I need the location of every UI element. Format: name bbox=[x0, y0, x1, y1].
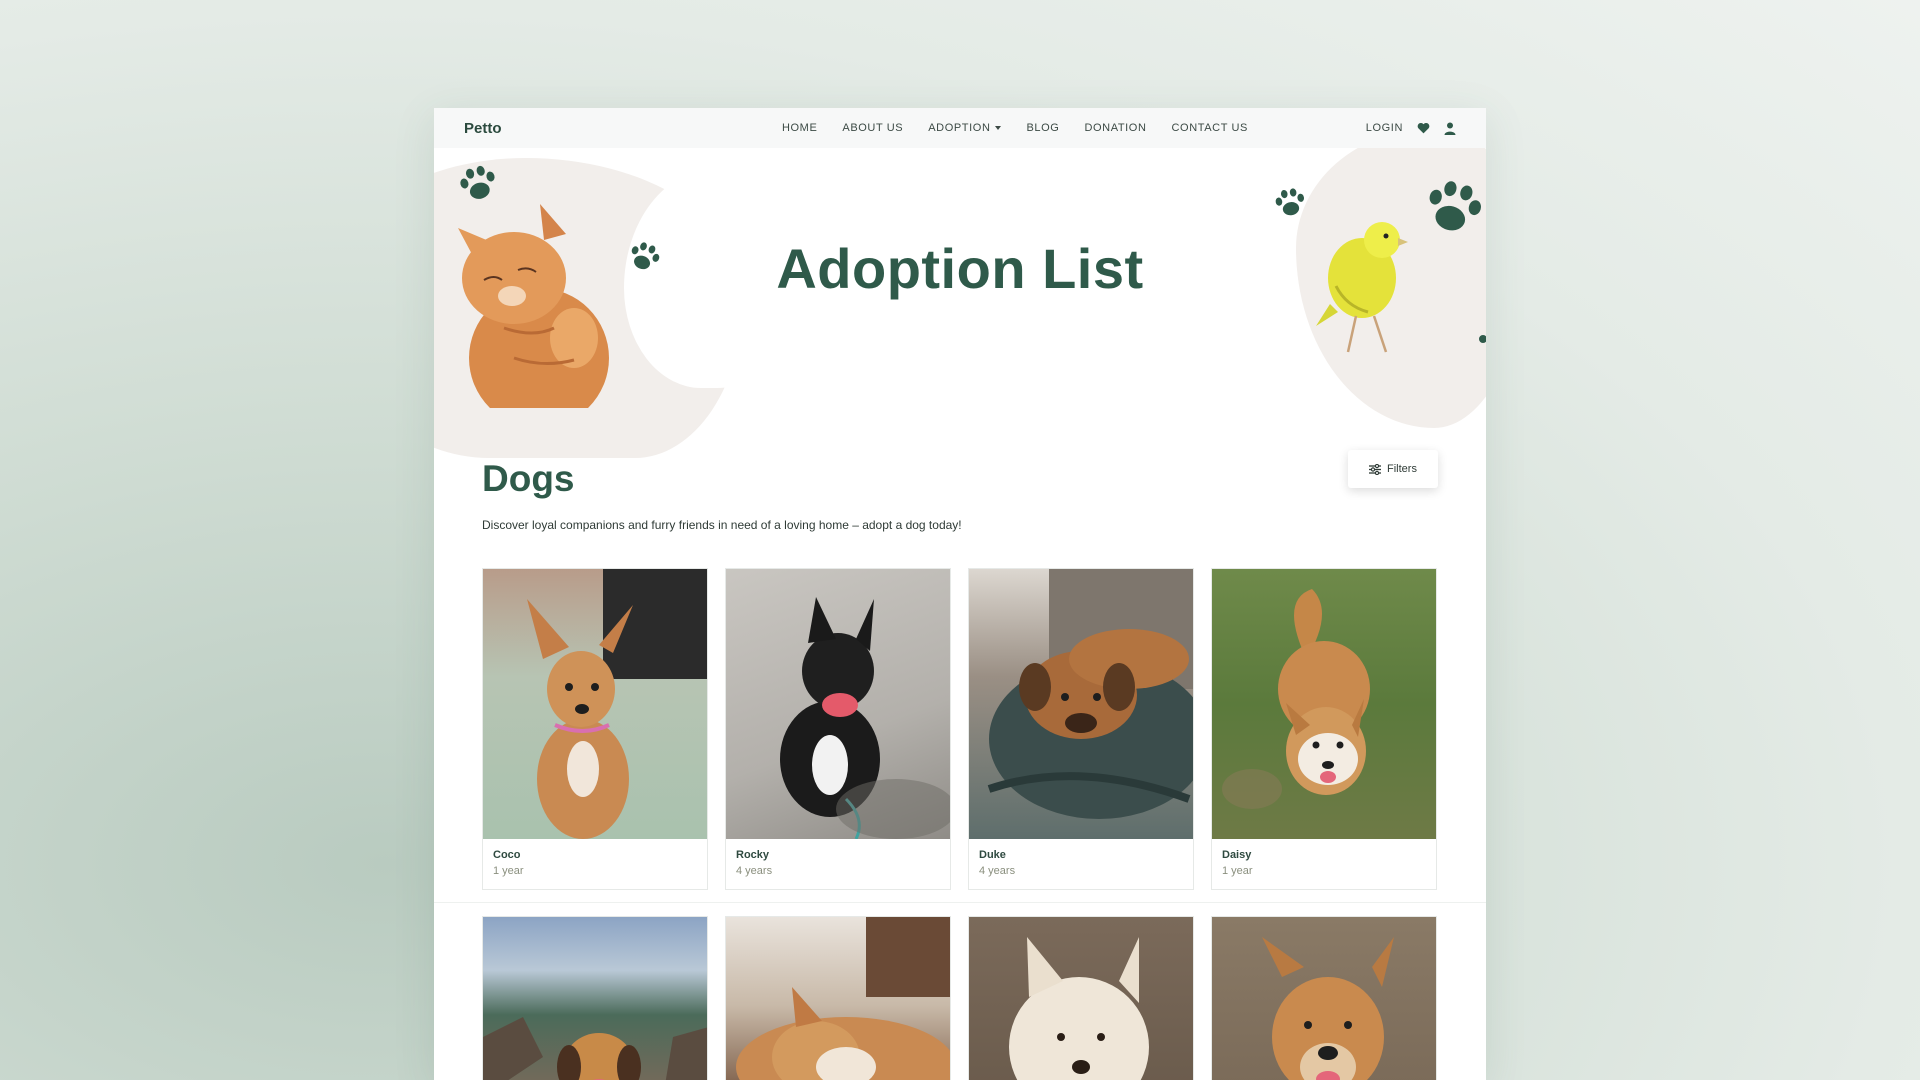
pet-name: Duke bbox=[979, 849, 1006, 861]
user-icon[interactable] bbox=[1444, 122, 1456, 135]
browser-page: Petto HOME ABOUT US ADOPTION BLOG DONATI… bbox=[434, 108, 1486, 1080]
pet-grid-row-2 bbox=[482, 916, 1438, 1080]
top-nav: Petto HOME ABOUT US ADOPTION BLOG DONATI… bbox=[434, 108, 1486, 148]
hero-banner: Adoption List bbox=[434, 128, 1486, 458]
nav-adoption-dropdown[interactable]: ADOPTION bbox=[928, 122, 1002, 134]
paw-icon bbox=[1275, 188, 1305, 216]
pet-name: Daisy bbox=[1222, 849, 1252, 861]
caret-down-icon bbox=[995, 126, 1002, 130]
pet-card-photo[interactable] bbox=[968, 916, 1194, 1080]
pet-photo bbox=[969, 569, 1193, 839]
pet-age: 4 years bbox=[979, 865, 1016, 877]
filter-icon bbox=[1369, 463, 1382, 475]
pet-card-rocky[interactable]: Rocky 4 years bbox=[725, 568, 951, 890]
pet-card-coco[interactable]: Coco 1 year bbox=[482, 568, 708, 890]
pet-age: 1 year bbox=[1222, 865, 1253, 877]
nav-contact-label: CONTACT US bbox=[1171, 122, 1248, 134]
nav-blog-label: BLOG bbox=[1026, 122, 1060, 134]
pet-card-daisy[interactable]: Daisy 1 year bbox=[1211, 568, 1437, 890]
nav-home[interactable]: HOME bbox=[782, 122, 817, 134]
nav-blog[interactable]: BLOG bbox=[1026, 122, 1059, 134]
nav-about-us[interactable]: ABOUT US bbox=[842, 122, 903, 134]
pet-card-body: Coco 1 year bbox=[483, 839, 707, 889]
nav-adoption-label: ADOPTION bbox=[928, 122, 991, 134]
filters-button[interactable]: Filters bbox=[1348, 450, 1438, 488]
pet-card-body: Duke 4 years bbox=[969, 839, 1193, 889]
nav-home-label: HOME bbox=[781, 122, 818, 134]
filters-label: Filters bbox=[1387, 463, 1417, 475]
section-title: Dogs bbox=[482, 458, 575, 499]
section-description: Discover loyal companions and furry frie… bbox=[482, 518, 962, 532]
pet-card-duke[interactable]: Duke 4 years bbox=[968, 568, 1194, 890]
pet-card-body: Rocky 4 years bbox=[726, 839, 950, 889]
pet-card-photo[interactable] bbox=[482, 916, 708, 1080]
brand-logo[interactable]: Petto bbox=[464, 120, 704, 137]
pet-card-photo[interactable] bbox=[1211, 916, 1437, 1080]
pet-name: Rocky bbox=[736, 849, 770, 861]
nav-donation[interactable]: DONATION bbox=[1084, 122, 1146, 134]
pet-age: 4 years bbox=[736, 865, 773, 877]
main-menu: HOME ABOUT US ADOPTION BLOG DONATION CON… bbox=[734, 122, 1296, 134]
paw-dot-icon bbox=[1479, 335, 1486, 343]
pet-grid: Coco 1 year Rocky 4 years Duke 4 years D… bbox=[482, 568, 1438, 890]
pet-photo bbox=[483, 569, 707, 839]
pet-name: Coco bbox=[493, 849, 521, 861]
page-title: Adoption List bbox=[776, 237, 1144, 300]
dogs-section: Dogs Discover loyal companions and furry… bbox=[434, 406, 1486, 1080]
paw-icon bbox=[1429, 181, 1481, 231]
nav-contact-us[interactable]: CONTACT US bbox=[1172, 122, 1249, 134]
nav-about-label: ABOUT US bbox=[842, 122, 904, 134]
pet-photo bbox=[726, 569, 950, 839]
pet-photo bbox=[1212, 569, 1436, 839]
nav-donation-label: DONATION bbox=[1084, 122, 1147, 134]
row-divider bbox=[434, 902, 1486, 903]
pet-card-photo[interactable] bbox=[725, 916, 951, 1080]
nav-actions: LOGIN bbox=[1296, 122, 1456, 135]
login-link[interactable]: LOGIN bbox=[1366, 122, 1403, 134]
pet-age: 1 year bbox=[493, 865, 524, 877]
heart-icon[interactable] bbox=[1417, 122, 1430, 134]
pet-card-body: Daisy 1 year bbox=[1212, 839, 1436, 889]
